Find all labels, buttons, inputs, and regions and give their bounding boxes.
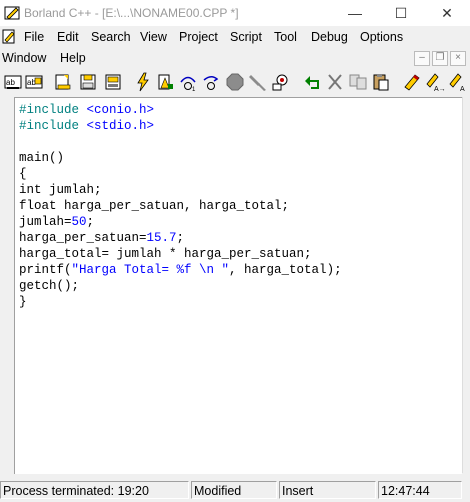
code-line[interactable]: } (19, 294, 342, 310)
menu-debug[interactable]: Debug (311, 30, 348, 44)
menu-bar: File Edit Search View Project Script Too… (0, 26, 470, 48)
code-token: #include (19, 119, 87, 133)
tool-icon[interactable] (248, 72, 268, 92)
code-token: "Harga Total= %f \n " (71, 263, 230, 277)
menu-view[interactable]: View (140, 30, 167, 44)
mdi-minimize-button[interactable]: – (414, 51, 430, 66)
find-icon[interactable] (270, 72, 290, 92)
pencil-ab-icon[interactable]: A→B (425, 72, 445, 92)
mdi-restore-button[interactable]: ❐ (432, 51, 448, 66)
lightning-icon[interactable] (133, 72, 153, 92)
undo-icon[interactable] (303, 72, 323, 92)
code-line[interactable]: #include <conio.h> (19, 102, 342, 118)
code-token: <stdio.h> (86, 119, 155, 133)
mdi-close-button[interactable]: × (450, 51, 466, 66)
code-token: int jumlah; (19, 183, 102, 197)
code-line[interactable]: int jumlah; (19, 182, 342, 198)
vertical-scrollbar[interactable] (462, 97, 470, 473)
status-message: Process terminated: 19:20 (0, 481, 189, 499)
menu-script[interactable]: Script (230, 30, 262, 44)
code-token: printf( (19, 263, 72, 277)
menu-tool[interactable]: Tool (274, 30, 297, 44)
code-line[interactable]: { (19, 166, 342, 182)
open-file-icon[interactable] (53, 72, 73, 92)
select-icon[interactable]: ab (3, 72, 23, 92)
step-into-icon[interactable] (201, 72, 221, 92)
window-title: Borland C++ - [E:\...\NONAME00.CPP *] (24, 6, 239, 20)
status-bar: Process terminated: 19:20 Modified Inser… (0, 479, 470, 502)
pencil-a-icon[interactable]: A (448, 72, 468, 92)
cut-icon[interactable] (325, 72, 345, 92)
menu-project[interactable]: Project (179, 30, 218, 44)
code-line[interactable]: printf("Harga Total= %f \n ", harga_tota… (19, 262, 342, 278)
step-over-icon[interactable]: 1 (178, 72, 198, 92)
svg-text:A→B: A→B (434, 86, 445, 92)
code-token: jumlah= (19, 215, 72, 229)
code-line[interactable]: main() (19, 150, 342, 166)
save-file-icon[interactable] (78, 72, 98, 92)
menu-bar-secondary: Window Help – ❐ × (0, 48, 470, 68)
paste-icon[interactable] (371, 72, 391, 92)
svg-text:ab: ab (6, 78, 15, 87)
source-code[interactable]: #include <conio.h> #include <stdio.h> main… (19, 102, 342, 310)
svg-text:A: A (460, 86, 465, 92)
stop-icon[interactable] (225, 72, 245, 92)
code-editor[interactable]: #include <conio.h> #include <stdio.h> main… (14, 97, 462, 474)
code-token: ; (86, 215, 95, 229)
status-time: 12:47:44 (378, 481, 462, 499)
borland-app-icon (4, 6, 20, 20)
code-token: ; (176, 231, 185, 245)
toolbar: ab ab 1 A→B (0, 68, 470, 97)
menu-edit[interactable]: Edit (57, 30, 79, 44)
code-token: getch(); (19, 279, 80, 293)
code-token: harga_per_satuan= (19, 231, 147, 245)
menu-window[interactable]: Window (2, 51, 46, 65)
code-line[interactable]: harga_per_satuan=15.7; (19, 230, 342, 246)
menu-search[interactable]: Search (91, 30, 131, 44)
code-token: 15.7 (146, 231, 177, 245)
build-icon[interactable] (155, 72, 175, 92)
code-line[interactable]: harga_total= jumlah * harga_per_satuan; (19, 246, 342, 262)
maximize-button[interactable]: ☐ (378, 0, 424, 26)
code-token: { (19, 167, 27, 181)
document-icon[interactable] (2, 29, 17, 44)
pencil-icon[interactable] (402, 72, 422, 92)
code-line[interactable]: #include <stdio.h> (19, 118, 342, 134)
code-token: , harga_total); (229, 263, 342, 277)
code-token: harga_total= jumlah * harga_per_satuan; (19, 247, 312, 261)
close-button[interactable]: ✕ (424, 0, 470, 26)
menu-options[interactable]: Options (360, 30, 403, 44)
print-icon[interactable] (103, 72, 123, 92)
code-token: <conio.h> (86, 103, 155, 117)
code-line[interactable]: jumlah=50; (19, 214, 342, 230)
code-token: main() (19, 151, 65, 165)
code-line[interactable] (19, 134, 342, 150)
copy-icon[interactable] (348, 72, 368, 92)
status-insert-mode: Insert (279, 481, 376, 499)
select-all-icon[interactable]: ab (24, 72, 44, 92)
code-line[interactable]: getch(); (19, 278, 342, 294)
code-token: #include (19, 103, 87, 117)
code-token: float harga_per_satuan, harga_total; (19, 199, 290, 213)
code-token: 50 (71, 215, 87, 229)
status-modified: Modified (191, 481, 277, 499)
menu-help[interactable]: Help (60, 51, 86, 65)
svg-text:1: 1 (192, 87, 196, 92)
minimize-button[interactable]: — (332, 0, 378, 26)
menu-file[interactable]: File (24, 30, 44, 44)
title-bar: Borland C++ - [E:\...\NONAME00.CPP *] — … (0, 0, 470, 26)
code-token: } (19, 295, 27, 309)
code-line[interactable]: float harga_per_satuan, harga_total; (19, 198, 342, 214)
